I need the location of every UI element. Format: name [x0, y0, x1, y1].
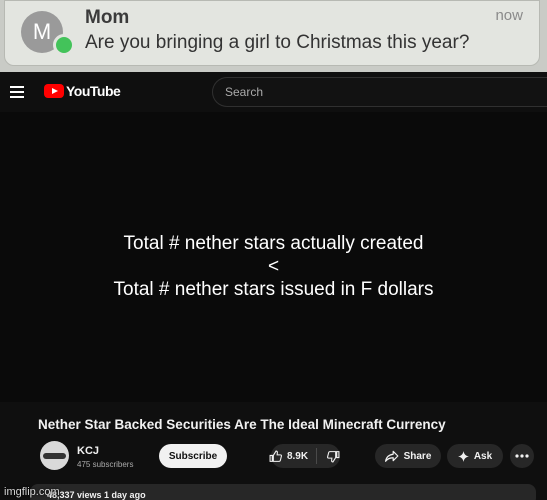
dislike-button[interactable] [317, 450, 350, 463]
notification-message: Are you bringing a girl to Christmas thi… [85, 32, 470, 53]
notification-time: now [495, 7, 523, 24]
search-input[interactable]: Search [212, 77, 547, 107]
youtube-play-icon [44, 84, 64, 98]
sparkle-icon [457, 450, 469, 462]
like-count: 8.9K [286, 450, 309, 462]
more-horizontal-icon [515, 454, 529, 458]
slide-line: Total # nether stars issued in F dollars [113, 279, 434, 300]
video-title: Nether Star Backed Securities Are The Id… [38, 417, 446, 432]
description-box[interactable]: 48,337 views 1 day ago [30, 484, 536, 500]
views-and-age: 48,337 views 1 day ago [47, 490, 146, 500]
slide-line: Total # nether stars actually created [123, 233, 424, 254]
thumbs-up-icon [269, 450, 282, 462]
more-actions-button[interactable] [510, 444, 534, 468]
message-notification[interactable]: M Mom now Are you bringing a girl to Chr… [4, 0, 540, 66]
thumbs-down-icon [327, 450, 340, 462]
youtube-header: YouTube Search [0, 72, 547, 112]
messages-app-badge-icon [53, 34, 75, 56]
imgflip-watermark: imgflip.com [4, 486, 60, 498]
notification-sender: Mom [85, 7, 130, 28]
notification-area: M Mom now Are you bringing a girl to Chr… [0, 0, 547, 72]
hamburger-menu-icon[interactable] [10, 86, 24, 98]
like-dislike-group: 8.9K [269, 444, 340, 468]
video-player[interactable]: Total # nether stars actually created < … [0, 112, 547, 402]
ask-label: Ask [473, 450, 493, 462]
avatar-art [43, 453, 66, 459]
share-label: Share [403, 450, 432, 462]
screenshot: M Mom now Are you bringing a girl to Chr… [0, 0, 547, 500]
channel-avatar[interactable] [40, 441, 69, 470]
subscriber-count: 475 subscribers [77, 460, 134, 469]
share-icon [384, 450, 399, 462]
channel-name[interactable]: KCJ [77, 445, 99, 457]
search-placeholder: Search [225, 85, 264, 99]
slide-line: < [267, 256, 280, 277]
like-button[interactable]: 8.9K [261, 448, 318, 464]
share-button[interactable]: Share [375, 444, 441, 468]
logo-text: YouTube [66, 83, 121, 99]
youtube-logo[interactable]: YouTube [44, 83, 121, 99]
video-slide-text: Total # nether stars actually created < … [0, 232, 547, 301]
subscribe-button[interactable]: Subscribe [159, 444, 227, 468]
ask-button[interactable]: Ask [447, 444, 503, 468]
